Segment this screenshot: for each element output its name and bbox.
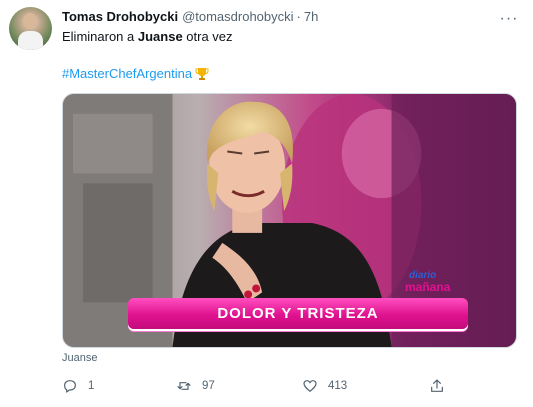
share-button[interactable] — [429, 376, 455, 396]
share-icon — [431, 379, 443, 392]
tweet-actions: 1 97 413 — [62, 376, 462, 396]
like-button[interactable]: 413 — [302, 376, 347, 396]
avatar-shirt — [18, 31, 43, 50]
reply-count: 1 — [88, 380, 95, 392]
tweet-text-suffix: otra vez — [182, 29, 233, 44]
tweet-header: Tomas Drohobycki @tomasdrohobycki · 7h — [62, 9, 318, 27]
like-count: 413 — [328, 380, 348, 392]
retweet-icon — [177, 382, 191, 390]
display-name[interactable]: Tomas Drohobycki — [62, 9, 178, 24]
more-options-icon[interactable]: ··· — [500, 11, 518, 27]
media-caption: Juanse — [62, 352, 98, 364]
tv-lower-third: DOLOR Y TRISTEZA — [128, 298, 468, 329]
tweet: Tomas Drohobycki @tomasdrohobycki · 7h ·… — [0, 0, 533, 407]
header-separator: · — [296, 9, 301, 24]
heart-icon — [303, 380, 317, 392]
tv-channel-logo: diario mañana — [403, 270, 463, 298]
user-handle[interactable]: @tomasdrohobycki — [182, 9, 293, 24]
reply-icon — [64, 380, 76, 393]
avatar[interactable] — [9, 7, 52, 50]
lower-third-text: DOLOR Y TRISTEZA — [217, 305, 379, 322]
retweet-count: 97 — [202, 380, 215, 392]
avatar-head — [23, 13, 37, 29]
retweet-button[interactable]: 97 — [176, 376, 215, 396]
tweet-text-prefix: Eliminaron a — [62, 29, 138, 44]
trophy-icon — [195, 68, 209, 80]
tweet-media-image[interactable]: diario mañana DOLOR Y TRISTEZA — [62, 93, 517, 348]
hashtag-link[interactable]: #MasterChefArgentina — [62, 65, 192, 83]
logo-line2: mañana — [405, 280, 451, 294]
tweet-text-bold: Juanse — [137, 29, 183, 44]
tweet-text: Eliminaron a Juanse otra vez — [62, 28, 233, 46]
tweet-timestamp[interactable]: 7h — [304, 9, 318, 24]
reply-button[interactable]: 1 — [62, 376, 94, 396]
hashtag-line: #MasterChefArgentina — [62, 65, 209, 83]
